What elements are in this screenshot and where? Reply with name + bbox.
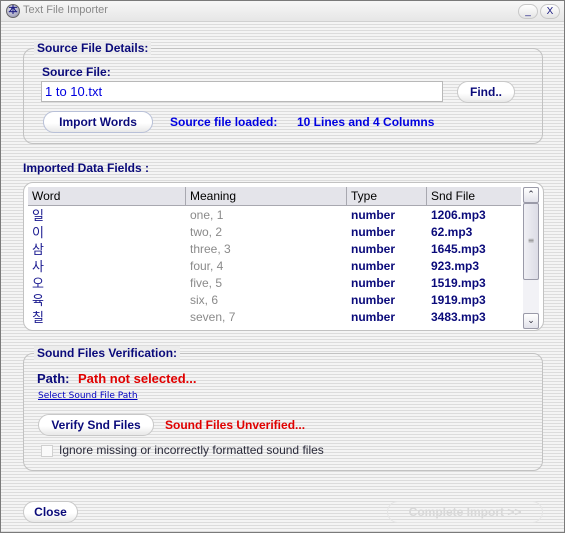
cell-snd-file: 1206.mp3 <box>431 208 486 222</box>
table-row[interactable]: 삼 three, 3 number 1645.mp3 <box>28 241 521 258</box>
cell-meaning: six, 6 <box>190 293 219 307</box>
complete-import-button: Complete Import >> <box>387 501 543 523</box>
table-row[interactable]: 사 four, 4 number 923.mp3 <box>28 258 521 275</box>
table-row[interactable]: 육 six, 6 number 1919.mp3 <box>28 292 521 309</box>
verify-status: Sound Files Unverified... <box>165 418 306 432</box>
cell-word: 사 <box>32 259 44 274</box>
cell-word: 일 <box>32 208 44 223</box>
cell-snd-file: 1519.mp3 <box>431 276 486 290</box>
cell-type: number <box>351 242 396 256</box>
text-file-importer-window: 本 Text File Importer _ X Source File Det… <box>0 0 565 533</box>
scroll-thumb-grip-icon[interactable]: ≡ <box>523 203 539 280</box>
table-header: Word Meaning Type Snd File <box>28 187 521 206</box>
column-header-snd-file[interactable]: Snd File <box>427 187 521 206</box>
cell-meaning: five, 5 <box>190 276 223 290</box>
find-button[interactable]: Find.. <box>457 81 515 103</box>
cell-type: number <box>351 310 396 324</box>
cell-meaning: seven, 7 <box>190 310 236 324</box>
cell-type: number <box>351 293 396 307</box>
cell-snd-file: 3483.mp3 <box>431 310 486 324</box>
cell-snd-file: 923.mp3 <box>431 259 480 273</box>
table-row[interactable]: 일 one, 1 number 1206.mp3 <box>28 207 521 224</box>
cell-type: number <box>351 276 396 290</box>
cell-type: number <box>351 259 396 273</box>
path-label: Path: <box>37 371 70 386</box>
app-emblem-icon: 本 <box>6 4 20 18</box>
scroll-up-arrow-icon[interactable]: ⌃ <box>523 187 539 203</box>
cell-meaning: two, 2 <box>190 225 223 239</box>
column-header-meaning[interactable]: Meaning <box>186 187 347 206</box>
cell-meaning: four, 4 <box>190 259 224 273</box>
cell-word: 이 <box>32 225 44 240</box>
column-header-type[interactable]: Type <box>347 187 427 206</box>
table-row[interactable]: 이 two, 2 number 62.mp3 <box>28 224 521 241</box>
ignore-missing-checkbox[interactable] <box>41 445 53 457</box>
cell-word: 오 <box>32 276 44 291</box>
source-file-label: Source File: <box>42 65 111 79</box>
cell-type: number <box>351 225 396 239</box>
source-file-input[interactable]: 1 to 10.txt <box>41 81 443 102</box>
source-status-value: 10 Lines and 4 Columns <box>297 115 435 129</box>
sound-verification-legend: Sound Files Verification: <box>34 346 181 360</box>
cell-snd-file: 1645.mp3 <box>431 242 486 256</box>
imported-fields-heading: Imported Data Fields : <box>23 161 150 175</box>
verify-snd-files-button[interactable]: Verify Snd Files <box>38 414 154 436</box>
source-status-label: Source file loaded: <box>170 115 278 129</box>
table-vertical-scrollbar[interactable]: ⌃ ≡ ⌄ <box>523 187 539 329</box>
source-file-legend: Source File Details: <box>34 41 152 55</box>
table-row[interactable]: 칠 seven, 7 number 3483.mp3 <box>28 309 521 326</box>
ignore-missing-label[interactable]: Ignore missing or incorrectly formatted … <box>59 443 324 457</box>
select-sound-path-link[interactable]: Select Sound File Path <box>38 391 138 401</box>
imported-data-table: Word Meaning Type Snd File 일 one, 1 numb… <box>23 182 544 331</box>
cell-meaning: one, 1 <box>190 208 224 222</box>
column-header-word[interactable]: Word <box>28 187 186 206</box>
table-body: 일 one, 1 number 1206.mp3 이 two, 2 number… <box>28 207 521 326</box>
close-button[interactable]: Close <box>23 501 78 523</box>
cell-word: 육 <box>32 293 44 308</box>
import-words-button[interactable]: Import Words <box>43 111 153 133</box>
cell-snd-file: 1919.mp3 <box>431 293 486 307</box>
minimize-button[interactable]: _ <box>518 4 538 19</box>
path-value: Path not selected... <box>78 371 197 386</box>
close-window-button[interactable]: X <box>540 4 560 19</box>
cell-word: 칠 <box>32 310 44 325</box>
cell-snd-file: 62.mp3 <box>431 225 473 239</box>
cell-type: number <box>351 208 396 222</box>
table-row[interactable]: 오 five, 5 number 1519.mp3 <box>28 275 521 292</box>
window-title: Text File Importer <box>23 4 108 16</box>
cell-meaning: three, 3 <box>190 242 231 256</box>
cell-word: 삼 <box>32 242 44 257</box>
scroll-down-arrow-icon[interactable]: ⌄ <box>523 313 539 329</box>
title-bar[interactable]: 本 Text File Importer _ X <box>1 1 564 22</box>
